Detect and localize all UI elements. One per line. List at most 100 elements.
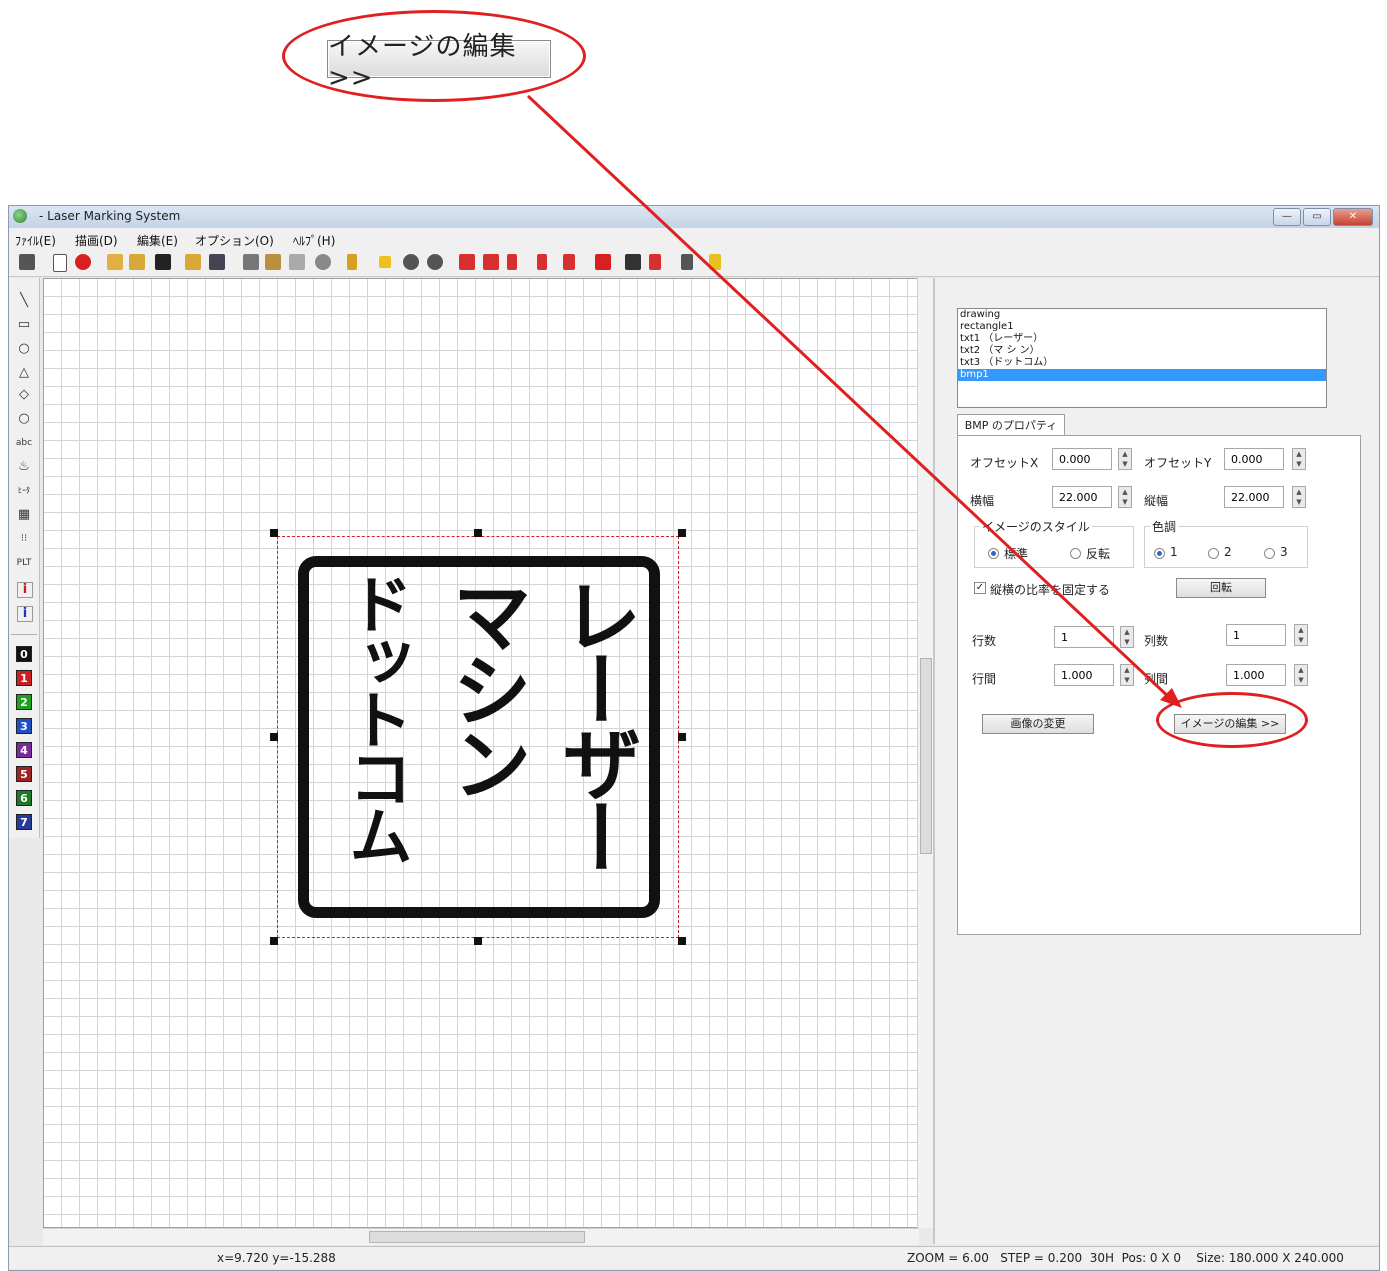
tone-2-radio[interactable] [1208, 548, 1219, 559]
color-6-button[interactable]: 6 [16, 790, 32, 806]
paste-icon[interactable] [289, 254, 305, 270]
object-list-item[interactable]: rectangle1 [958, 321, 1326, 333]
copy-icon[interactable] [265, 254, 281, 270]
rectangle-icon[interactable] [379, 256, 391, 268]
menu-options[interactable]: オプション(O) [195, 232, 274, 249]
offset-x-spinner[interactable]: ▲ ▼ [1118, 448, 1132, 470]
color-3-button[interactable]: 3 [16, 718, 32, 734]
dots-tool-icon[interactable]: ⁝⁝ [15, 530, 33, 548]
plt-tool-icon[interactable]: PLT [15, 554, 33, 572]
color-0-button[interactable]: 0 [16, 646, 32, 662]
keep-ratio-checkbox[interactable]: ✓ [974, 582, 986, 594]
resize-handle[interactable] [270, 937, 278, 945]
text-tool-icon[interactable]: abc [15, 434, 33, 452]
diamond-tool-icon[interactable]: ◇ [15, 386, 33, 404]
resize-handle[interactable] [270, 733, 278, 741]
height-spinner[interactable]: ▲ ▼ [1292, 486, 1306, 508]
new-file-icon[interactable] [53, 254, 67, 272]
flip-horizontal-icon[interactable] [625, 254, 641, 270]
minimize-button[interactable]: — [1273, 208, 1301, 226]
tone-3-radio[interactable] [1264, 548, 1275, 559]
move-icon[interactable] [459, 254, 475, 270]
info-blue-icon[interactable]: i [17, 606, 33, 622]
lightning-icon[interactable] [347, 254, 357, 270]
object-list-item[interactable]: drawing [958, 309, 1326, 321]
object-list-item[interactable]: txt3 （ドットコム） [958, 357, 1326, 369]
menu-draw[interactable]: 描画(D) [75, 232, 118, 249]
move-vertical-icon[interactable] [507, 254, 517, 270]
qr-tool-icon[interactable]: ▦ [15, 506, 33, 524]
change-image-button[interactable]: 画像の変更 [982, 714, 1094, 734]
open-folder-icon[interactable] [107, 254, 123, 270]
eraser-icon[interactable] [315, 254, 331, 270]
offset-y-spinner[interactable]: ▲ ▼ [1292, 448, 1306, 470]
color-4-button[interactable]: 4 [16, 742, 32, 758]
open-folder-2-icon[interactable] [129, 254, 145, 270]
tone-1-radio[interactable] [1154, 548, 1165, 559]
horizontal-scrollbar[interactable] [43, 1228, 919, 1245]
line-tool-icon[interactable]: ╲ [15, 292, 33, 310]
rows-spinner[interactable]: ▲ ▼ [1120, 626, 1134, 648]
resize-handle[interactable] [270, 529, 278, 537]
align-top-icon[interactable] [563, 254, 575, 270]
arc-text-tool-icon[interactable]: ♨ [15, 458, 33, 476]
import-icon[interactable] [185, 254, 201, 270]
style-invert-radio[interactable] [1070, 548, 1081, 559]
resize-handle[interactable] [678, 529, 686, 537]
color-7-button[interactable]: 7 [16, 814, 32, 830]
resize-handle[interactable] [678, 937, 686, 945]
color-1-button[interactable]: 1 [16, 670, 32, 686]
color-5-button[interactable]: 5 [16, 766, 32, 782]
stop-icon[interactable] [75, 254, 91, 270]
resize-handle[interactable] [678, 733, 686, 741]
rectangle-tool-icon[interactable]: ▭ [15, 316, 33, 334]
object-list-item-selected[interactable]: bmp1 [958, 369, 1326, 381]
maximize-button[interactable]: ▭ [1303, 208, 1331, 226]
height-field[interactable]: 22.000 [1224, 486, 1284, 508]
offset-x-field[interactable]: 0.000 [1052, 448, 1112, 470]
close-button[interactable]: ✕ [1333, 208, 1373, 226]
move-horizontal-icon[interactable] [483, 254, 499, 270]
color-2-button[interactable]: 2 [16, 694, 32, 710]
flip-vertical-icon[interactable] [649, 254, 661, 270]
object-list-item[interactable]: txt2 （マ シ ン） [958, 345, 1326, 357]
vertical-scroll-thumb[interactable] [920, 658, 932, 854]
horizontal-scroll-thumb[interactable] [369, 1231, 585, 1243]
resize-handle[interactable] [474, 529, 482, 537]
cut-icon[interactable] [243, 254, 259, 270]
row-gap-spinner[interactable]: ▲ ▼ [1120, 664, 1134, 686]
offset-y-field[interactable]: 0.000 [1224, 448, 1284, 470]
triangle-tool-icon[interactable]: △ [15, 364, 33, 382]
menu-help[interactable]: ﾍﾙﾌﾟ(H) [293, 232, 335, 249]
col-gap-field[interactable]: 1.000 [1226, 664, 1286, 686]
barcode-tool-icon[interactable]: ﾋｰﾀ [15, 482, 33, 500]
cols-field[interactable]: 1 [1226, 624, 1286, 646]
row-gap-field[interactable]: 1.000 [1054, 664, 1114, 686]
menu-edit[interactable]: 編集(E) [137, 232, 178, 249]
print-icon[interactable] [19, 254, 35, 270]
object-list-item[interactable]: txt1 （レーザー） [958, 333, 1326, 345]
col-gap-spinner[interactable]: ▲ ▼ [1294, 664, 1308, 686]
object-list[interactable]: drawing rectangle1 txt1 （レーザー） txt2 （マ シ… [957, 308, 1327, 408]
rotate-icon[interactable] [681, 254, 693, 270]
circle-tool-icon[interactable]: ○ [15, 340, 33, 358]
rotate-button[interactable]: 回転 [1176, 578, 1266, 598]
ellipse-tool-icon[interactable]: ○ [15, 410, 33, 428]
width-spinner[interactable]: ▲ ▼ [1118, 486, 1132, 508]
width-field[interactable]: 22.000 [1052, 486, 1112, 508]
tab-bmp-properties[interactable]: BMP のプロパティ [957, 414, 1065, 437]
save-icon[interactable] [155, 254, 171, 270]
zoom-out-icon[interactable] [427, 254, 443, 270]
rows-field[interactable]: 1 [1054, 626, 1114, 648]
cols-spinner[interactable]: ▲ ▼ [1294, 624, 1308, 646]
zoom-in-icon[interactable] [403, 254, 419, 270]
bitmap-icon[interactable] [595, 254, 611, 270]
info-red-icon[interactable]: i [17, 582, 33, 598]
export-icon[interactable] [209, 254, 225, 270]
menu-file[interactable]: ﾌｧｲﾙ(E) [15, 232, 56, 249]
resize-handle[interactable] [474, 937, 482, 945]
help-icon[interactable] [709, 254, 721, 270]
vertical-scrollbar[interactable] [917, 278, 934, 1228]
align-left-icon[interactable] [537, 254, 547, 270]
style-normal-radio[interactable] [988, 548, 999, 559]
